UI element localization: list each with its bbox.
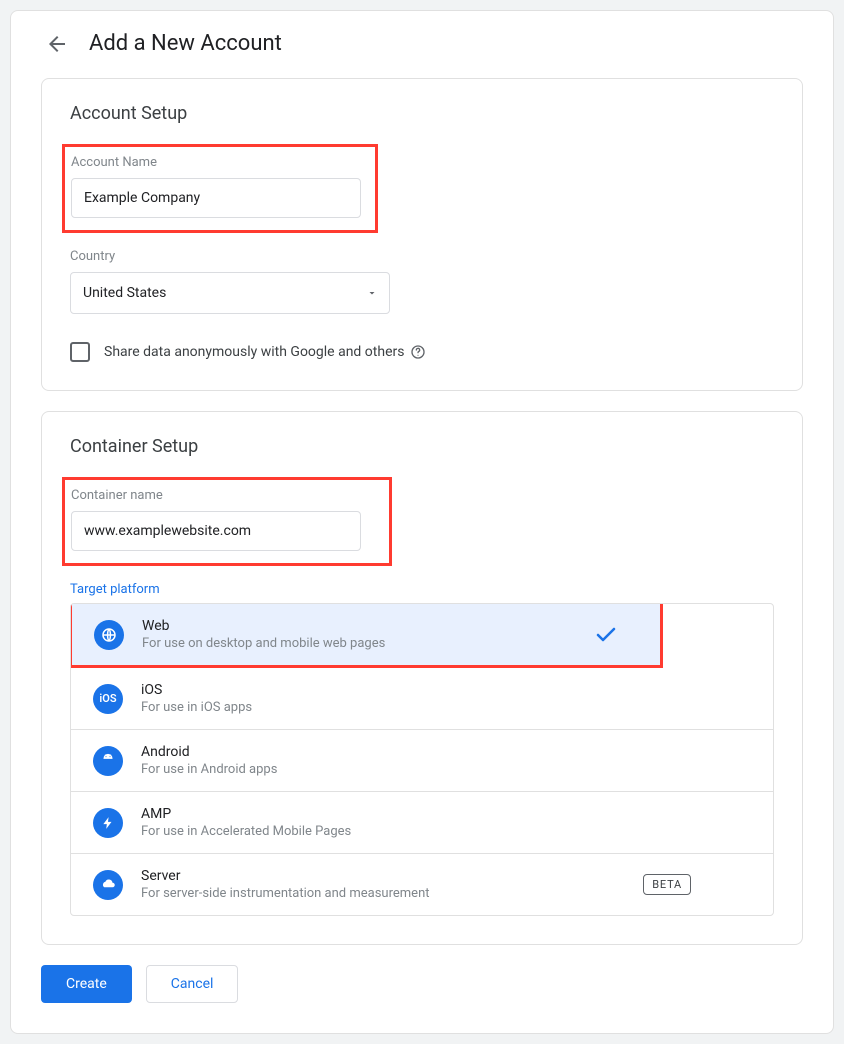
- platform-text: AMP For use in Accelerated Mobile Pages: [141, 806, 351, 839]
- create-button[interactable]: Create: [41, 965, 132, 1003]
- header: Add a New Account: [41, 31, 803, 56]
- share-data-label: Share data anonymously with Google and o…: [104, 344, 426, 360]
- account-name-highlight: Account Name: [62, 144, 378, 233]
- country-block: Country: [70, 249, 774, 314]
- cloud-icon: [93, 870, 123, 900]
- actions-row: Create Cancel: [41, 965, 803, 1003]
- platform-web-highlight: Web For use on desktop and mobile web pa…: [70, 604, 663, 668]
- platform-row-android[interactable]: Android For use in Android apps: [71, 730, 773, 792]
- platform-text: Server For server-side instrumentation a…: [141, 868, 430, 901]
- container-name-label: Container name: [71, 488, 361, 503]
- platform-list: Web For use on desktop and mobile web pa…: [70, 603, 774, 916]
- share-data-row: Share data anonymously with Google and o…: [70, 342, 774, 362]
- container-setup-card: Container Setup Container name Target pl…: [41, 411, 803, 945]
- container-setup-title: Container Setup: [70, 436, 774, 457]
- account-setup-card: Account Setup Account Name Country Share…: [41, 78, 803, 391]
- container-name-input[interactable]: [71, 511, 361, 551]
- country-value[interactable]: [70, 272, 390, 314]
- globe-icon: [94, 620, 124, 650]
- target-platform-label: Target platform: [70, 582, 774, 597]
- back-arrow-icon[interactable]: [45, 32, 69, 56]
- beta-badge: BETA: [643, 874, 691, 895]
- platform-row-web[interactable]: Web For use on desktop and mobile web pa…: [72, 604, 660, 665]
- platform-row-server[interactable]: Server For server-side instrumentation a…: [71, 854, 773, 915]
- platform-text: Web For use on desktop and mobile web pa…: [142, 618, 385, 651]
- container-name-highlight: Container name: [62, 477, 392, 566]
- cancel-button[interactable]: Cancel: [146, 965, 239, 1003]
- amp-icon: [93, 808, 123, 838]
- platform-row-ios[interactable]: iOS iOS For use in iOS apps: [71, 668, 773, 730]
- main-panel: Add a New Account Account Setup Account …: [10, 10, 834, 1034]
- account-name-label: Account Name: [71, 155, 361, 170]
- check-icon: [594, 623, 618, 647]
- platform-text: Android For use in Android apps: [141, 744, 277, 777]
- platform-text: iOS For use in iOS apps: [141, 682, 252, 715]
- help-icon[interactable]: [410, 344, 426, 360]
- android-icon: [93, 746, 123, 776]
- share-data-checkbox[interactable]: [70, 342, 90, 362]
- platform-row-amp[interactable]: AMP For use in Accelerated Mobile Pages: [71, 792, 773, 854]
- page-title: Add a New Account: [89, 31, 282, 56]
- account-setup-title: Account Setup: [70, 103, 774, 124]
- country-select[interactable]: [70, 272, 390, 314]
- account-name-input[interactable]: [71, 178, 361, 218]
- country-label: Country: [70, 249, 774, 264]
- ios-icon: iOS: [93, 684, 123, 714]
